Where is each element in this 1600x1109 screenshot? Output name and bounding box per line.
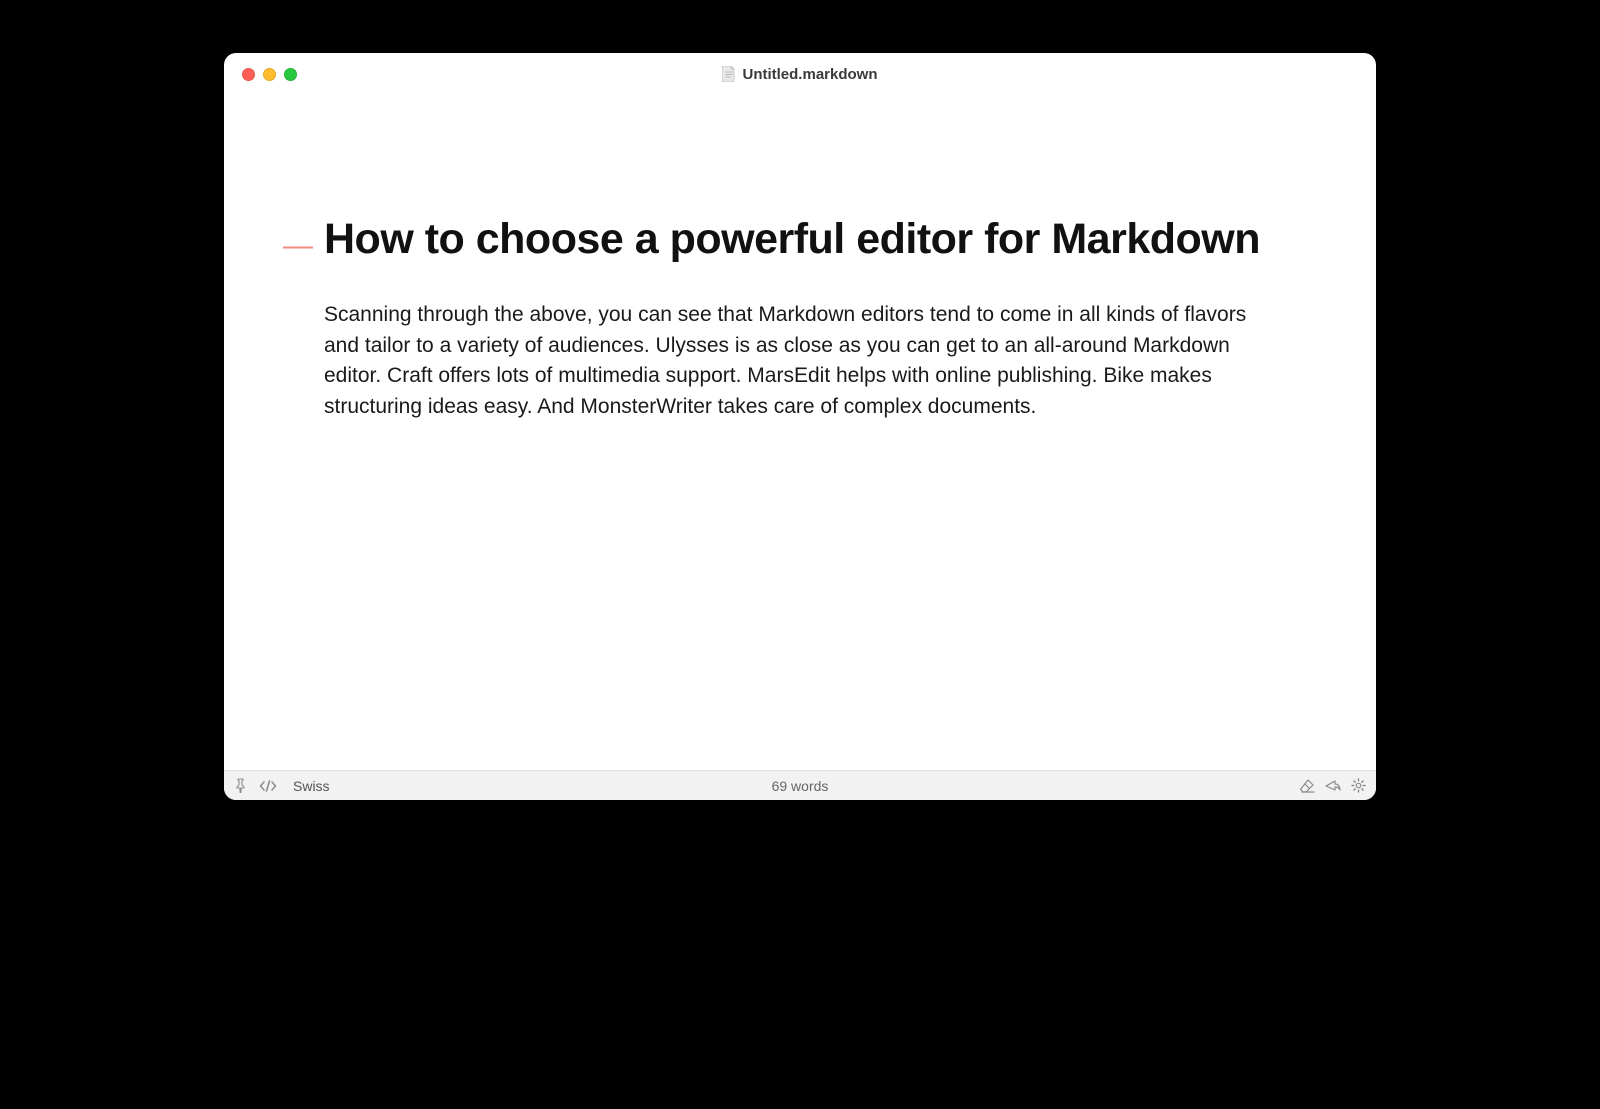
editor-content[interactable]: — How to choose a powerful editor for Ma… xyxy=(224,95,1376,770)
status-left: Swiss xyxy=(234,778,330,794)
status-right xyxy=(1299,778,1366,793)
document-paragraph[interactable]: Scanning through the above, you can see … xyxy=(324,300,1284,422)
document-icon xyxy=(722,66,736,82)
traffic-lights xyxy=(242,68,297,81)
titlebar[interactable]: Untitled.markdown xyxy=(224,53,1376,95)
fullscreen-button[interactable] xyxy=(284,68,297,81)
document-heading[interactable]: How to choose a powerful editor for Mark… xyxy=(324,215,1260,264)
status-center: 69 words xyxy=(224,778,1376,794)
statusbar: Swiss 69 words xyxy=(224,770,1376,800)
word-count[interactable]: 69 words xyxy=(772,778,829,794)
paragraph-gutter xyxy=(272,300,324,422)
gear-icon[interactable] xyxy=(1351,778,1366,793)
title-center: Untitled.markdown xyxy=(224,66,1376,83)
heading-marker-icon: — xyxy=(272,215,324,262)
window-title: Untitled.markdown xyxy=(742,66,877,83)
close-button[interactable] xyxy=(242,68,255,81)
paragraph-block: Scanning through the above, you can see … xyxy=(272,300,1286,422)
pin-icon[interactable] xyxy=(234,778,247,793)
heading-block: — How to choose a powerful editor for Ma… xyxy=(272,215,1286,264)
eraser-icon[interactable] xyxy=(1299,779,1315,793)
share-icon[interactable] xyxy=(1325,779,1341,793)
minimize-button[interactable] xyxy=(263,68,276,81)
theme-selector[interactable]: Swiss xyxy=(293,778,330,794)
editor-window: Untitled.markdown — How to choose a powe… xyxy=(224,53,1376,800)
code-icon[interactable] xyxy=(259,780,277,792)
